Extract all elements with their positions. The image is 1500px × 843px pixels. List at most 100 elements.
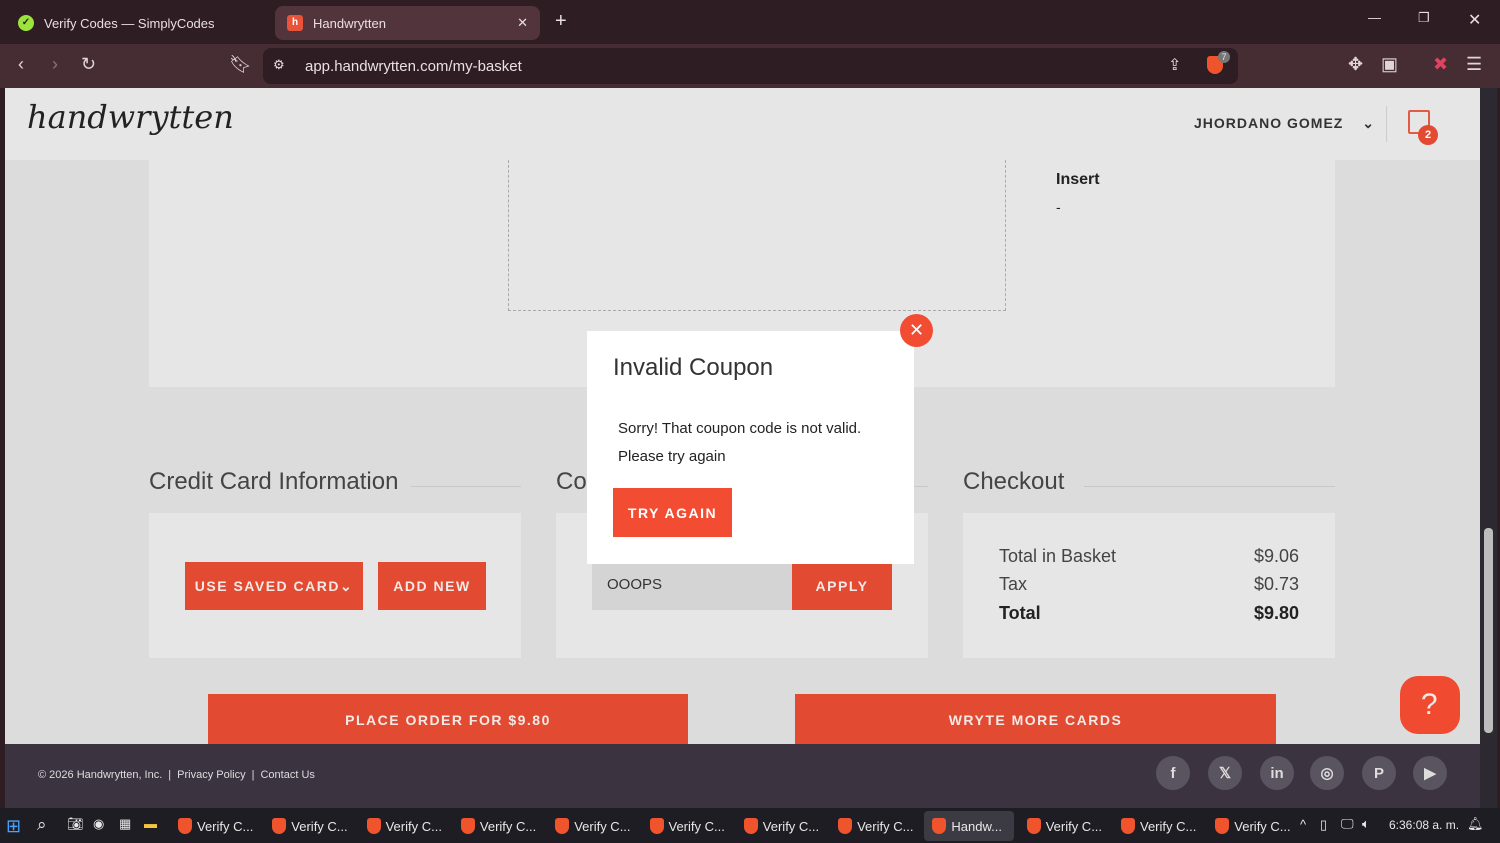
windows-start-icon[interactable]: ⊞ — [6, 816, 21, 837]
invalid-coupon-modal: Invalid Coupon Sorry! That coupon code i… — [587, 331, 914, 564]
logo[interactable]: handwrytten — [27, 98, 234, 136]
taskbar-item[interactable]: Verify C... — [830, 811, 920, 841]
taskbar-item[interactable]: Verify C... — [736, 811, 826, 841]
divider — [913, 486, 928, 487]
network-icon[interactable]: 🖵︎ — [1341, 816, 1354, 832]
tab-label: Handwrytten — [313, 15, 386, 31]
place-order-button[interactable]: PLACE ORDER FOR $9.80 — [208, 694, 688, 744]
bookmark-icon[interactable]: 🔖︎ — [229, 54, 252, 75]
taskbar-item[interactable]: Verify C... — [359, 811, 449, 841]
calculator-icon[interactable]: ▦ — [119, 816, 131, 832]
contact-us-link[interactable]: Contact Us — [260, 769, 314, 781]
close-tab-icon[interactable]: ✕ — [517, 15, 528, 31]
tab-bar: ✓ Verify Codes — SimplyCodes h Handwrytt… — [0, 0, 1500, 44]
taskbar-item[interactable]: Verify C... — [170, 811, 260, 841]
taskbar-item-label: Verify C... — [197, 818, 254, 834]
brave-icon — [1121, 818, 1135, 834]
file-explorer-icon[interactable]: ▬ — [144, 816, 157, 831]
taskbar: ⊞ ⌕ 📷︎ ◉ ▦ ▬ Verify C... Verify C... Verif… — [0, 808, 1500, 843]
brave-icon — [838, 818, 853, 834]
restore-icon[interactable]: ❐ — [1418, 10, 1430, 26]
brave-icon — [1026, 818, 1041, 834]
modal-title: Invalid Coupon — [613, 354, 774, 381]
volume-icon[interactable]: 🔈︎ — [1362, 816, 1370, 832]
coupon-input[interactable]: OOOPS — [592, 562, 792, 610]
handwrytten-icon: h — [287, 15, 303, 31]
linkedin-icon[interactable]: in — [1260, 756, 1294, 790]
taskbar-item[interactable]: Verify C... — [453, 811, 543, 841]
taskbar-item[interactable]: Verify C... — [264, 811, 354, 841]
close-modal-icon[interactable]: ✕ — [900, 314, 933, 347]
privacy-policy-link[interactable]: Privacy Policy — [177, 769, 245, 781]
cart-badge: 2 — [1418, 125, 1438, 145]
new-tab-icon[interactable]: + — [555, 10, 567, 33]
use-saved-card-button[interactable]: USE SAVED CARD ⌄ — [185, 562, 363, 610]
chevron-down-icon: ⌄ — [339, 577, 354, 594]
row-value: $9.06 — [1253, 546, 1299, 566]
row-label: Total in Basket — [999, 546, 1117, 566]
user-menu[interactable]: JHORDANO GOMEZ ⌄ — [1194, 115, 1375, 132]
brave-icon — [649, 818, 664, 834]
taskbar-item[interactable]: Verify C... — [1113, 811, 1203, 841]
checkout-title: Checkout — [963, 468, 1065, 495]
pinterest-icon[interactable]: P — [1362, 756, 1396, 790]
close-window-icon[interactable]: ✕ — [1468, 10, 1481, 30]
insert-label: Insert — [1056, 171, 1100, 188]
taskbar-item-label: Verify C... — [668, 818, 725, 834]
taskbar-item[interactable]: Handw... — [924, 811, 1015, 841]
tray-chevron-icon[interactable]: ^ — [1300, 817, 1306, 832]
back-icon[interactable]: ‹ — [18, 54, 24, 75]
reload-icon[interactable]: ↻ — [81, 54, 96, 75]
apply-coupon-button[interactable]: APPLY — [792, 562, 892, 610]
user-name: JHORDANO GOMEZ — [1194, 115, 1344, 131]
camera-icon[interactable]: 📷︎ — [67, 816, 84, 832]
app-icon[interactable]: ◉ — [93, 816, 104, 832]
row-label: Tax — [999, 574, 1028, 594]
taskbar-item-label: Verify C... — [385, 818, 442, 834]
wryte-more-cards-button[interactable]: WRYTE MORE CARDS — [795, 694, 1276, 744]
clock[interactable]: 6:36:08 a. m. — [1389, 818, 1459, 832]
taskbar-item[interactable]: Verify C... — [1207, 811, 1297, 841]
notifications-icon[interactable]: 🔔︎ — [1467, 816, 1484, 832]
x-twitter-icon[interactable]: 𝕏 — [1208, 756, 1242, 790]
divider — [1386, 106, 1387, 142]
taskbar-item[interactable]: Verify C... — [1019, 811, 1109, 841]
add-new-card-button[interactable]: ADD NEW — [378, 562, 486, 610]
facebook-icon[interactable]: f — [1156, 756, 1190, 790]
tab-simplycodes[interactable]: ✓ Verify Codes — SimplyCodes — [6, 6, 227, 40]
brave-icon — [460, 818, 475, 834]
tray-icon[interactable]: ▯ — [1320, 817, 1327, 833]
card-preview — [508, 160, 1006, 311]
browser-toolbar: ‹ › ↻ 🔖︎ ⚙ app.handwrytten.com/my-basket… — [0, 44, 1500, 88]
footer-links: © 2026 Handwrytten, Inc. | Privacy Policy… — [38, 769, 315, 781]
scrollbar-thumb[interactable] — [1484, 528, 1493, 733]
taskbar-item-label: Verify C... — [1045, 818, 1103, 834]
taskbar-item-label: Handw... — [951, 818, 1002, 834]
tab-handwrytten[interactable]: h Handwrytten ✕ — [275, 6, 540, 40]
try-again-button[interactable]: TRY AGAIN — [613, 488, 732, 537]
modal-message-2: Please try again — [618, 448, 726, 465]
menu-icon[interactable]: ☰ — [1466, 54, 1482, 75]
search-icon[interactable]: ⌕ — [37, 815, 47, 835]
reader-icon[interactable]: ▣ — [1381, 54, 1398, 75]
minimize-icon[interactable]: — — [1368, 10, 1381, 25]
site-settings-icon[interactable]: ⚙ — [273, 57, 285, 73]
profile-icon[interactable]: ✖ — [1433, 54, 1448, 75]
taskbar-item-label: Verify C... — [1234, 818, 1291, 834]
taskbar-item-label: Verify C... — [574, 818, 631, 834]
taskbar-item[interactable]: Verify C... — [547, 811, 637, 841]
address-bar[interactable]: ⚙ app.handwrytten.com/my-basket ⇪ 7 — [263, 48, 1238, 84]
scrollbar[interactable] — [1480, 88, 1497, 808]
help-button[interactable]: ? — [1400, 676, 1460, 734]
instagram-icon[interactable]: ◎ — [1310, 756, 1344, 790]
share-icon[interactable]: ⇪ — [1168, 55, 1181, 75]
forward-icon[interactable]: › — [52, 54, 58, 75]
row-value: $0.73 — [1253, 574, 1299, 594]
credit-card-title: Credit Card Information — [149, 468, 399, 495]
modal-message: Sorry! That coupon code is not valid. — [618, 420, 862, 437]
extensions-icon[interactable]: ✥ — [1348, 54, 1363, 75]
youtube-icon[interactable]: ▶ — [1413, 756, 1447, 790]
taskbar-item[interactable]: Verify C... — [642, 811, 732, 841]
taskbar-item-label: Verify C... — [1140, 818, 1197, 834]
site-header: handwrytten JHORDANO GOMEZ ⌄ 2 — [5, 88, 1480, 160]
